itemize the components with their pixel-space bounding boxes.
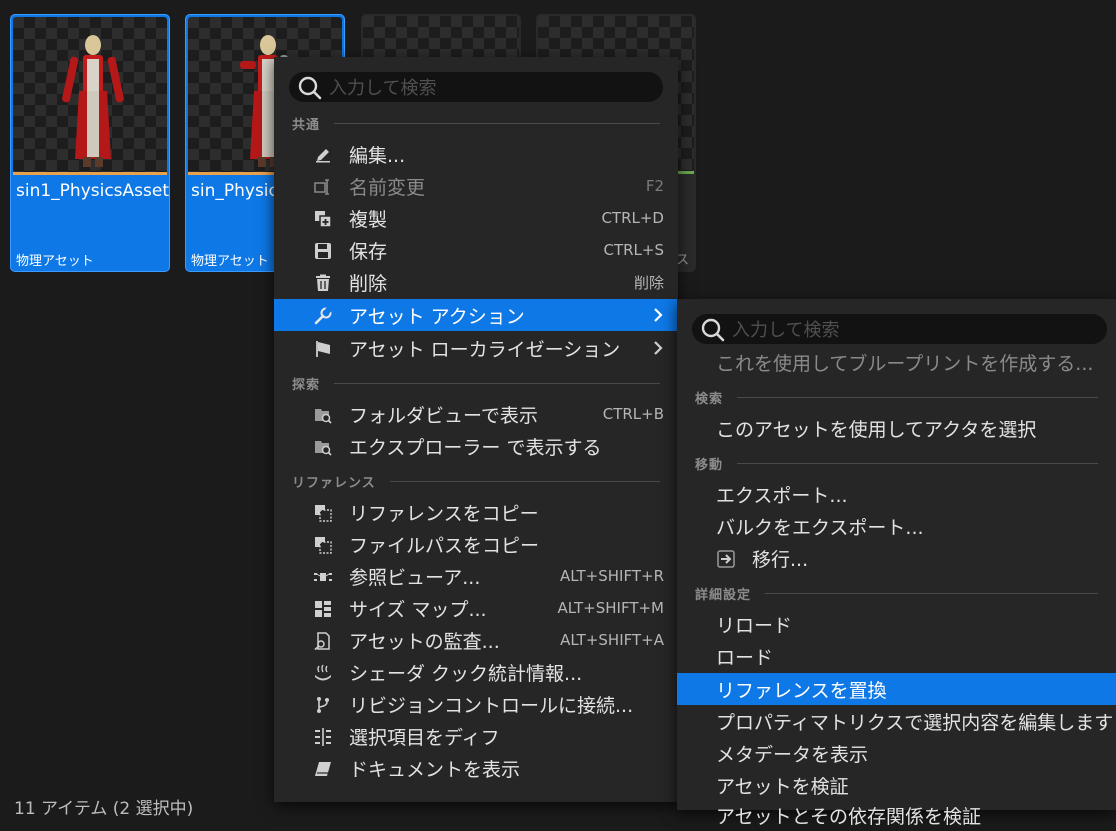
branch-icon bbox=[317, 697, 329, 713]
menu-item-save[interactable]: 保存 CTRL+S bbox=[274, 234, 678, 266]
duplicate-icon bbox=[315, 211, 332, 228]
menu-item-rename: 名前変更 F2 bbox=[274, 170, 678, 202]
menu-item-shader-cook-stats[interactable]: シェーダ クック統計情報... bbox=[274, 656, 678, 688]
rename-icon bbox=[314, 179, 329, 195]
menu-item-migrate[interactable]: 移行... bbox=[677, 542, 1116, 574]
section-header-advanced: 詳細設定 bbox=[695, 585, 1098, 603]
menu-item-export[interactable]: エクスポート... bbox=[677, 478, 1116, 510]
menu-item-size-map[interactable]: サイズ マップ... ALT+SHIFT+M bbox=[274, 592, 678, 624]
search-icon bbox=[701, 318, 725, 342]
section-header-common: 共通 bbox=[292, 115, 660, 133]
menu-item-audit-assets[interactable]: アセットの監査... ALT+SHIFT+A bbox=[274, 624, 678, 656]
reference-viewer-icon bbox=[314, 573, 332, 581]
asset-name: sin1_PhysicsAsset bbox=[16, 181, 170, 201]
menu-item-delete[interactable]: 削除 削除 bbox=[274, 266, 678, 298]
context-menu: 入力して検索 共通 編集... 名前変更 F2 複製 CTRL+D 保存 CTR… bbox=[274, 57, 678, 802]
menu-item-show-metadata[interactable]: メタデータを表示 bbox=[677, 737, 1116, 769]
search-icon bbox=[298, 76, 322, 100]
migrate-icon bbox=[717, 550, 735, 568]
shader-icon bbox=[315, 664, 331, 681]
flag-icon bbox=[316, 341, 330, 357]
menu-item-view-documentation[interactable]: ドキュメントを表示 bbox=[274, 752, 678, 784]
trash-icon bbox=[316, 274, 330, 291]
chevron-right-icon bbox=[654, 341, 663, 355]
folder-search-icon bbox=[315, 409, 332, 424]
menu-item-reference-viewer[interactable]: 参照ビューア... ALT+SHIFT+R bbox=[274, 560, 678, 592]
asset-type-label: 物理アセット bbox=[16, 254, 94, 269]
menu-item-validate-dependencies[interactable]: アセットとその依存関係を検証 bbox=[677, 799, 1116, 831]
menu-item-show-in-explorer[interactable]: エクスプローラー で表示する bbox=[274, 430, 678, 462]
section-header-move: 移動 bbox=[695, 455, 1098, 473]
menu-item-load[interactable]: ロード bbox=[677, 640, 1116, 672]
asset-thumbnail bbox=[13, 17, 167, 173]
section-header-explore: 探索 bbox=[292, 375, 660, 393]
menu-item-duplicate[interactable]: 複製 CTRL+D bbox=[274, 202, 678, 234]
menu-item-replace-references[interactable]: リファレンスを置換 bbox=[677, 673, 1116, 705]
asset-type-label: 物理アセット bbox=[191, 254, 269, 269]
size-map-icon bbox=[315, 601, 331, 617]
menu-search-box[interactable]: 入力して検索 bbox=[289, 72, 663, 102]
section-header-search: 検索 bbox=[695, 389, 1098, 407]
save-icon bbox=[315, 243, 331, 259]
menu-item-connect-source-control[interactable]: リビジョンコントロールに接続... bbox=[274, 688, 678, 720]
menu-item-copy-file-path[interactable]: ファイルパスをコピー bbox=[274, 528, 678, 560]
search-placeholder: 入力して検索 bbox=[732, 320, 840, 341]
asset-name: sin_Physic bbox=[191, 181, 278, 201]
pencil-icon bbox=[316, 149, 330, 163]
submenu-search-box[interactable]: 入力して検索 bbox=[692, 314, 1107, 344]
copy-reference-icon bbox=[315, 537, 332, 554]
menu-item-asset-actions[interactable]: アセット アクション bbox=[274, 299, 678, 331]
menu-item-edit[interactable]: 編集... bbox=[274, 138, 678, 170]
folder-search-icon bbox=[315, 441, 332, 456]
asset-type-color-bar bbox=[13, 172, 167, 175]
character-figure-icon bbox=[62, 35, 124, 167]
menu-item-reload[interactable]: リロード bbox=[677, 608, 1116, 640]
asset-actions-submenu: 入力して検索 これを使用してブループリントを作成する... 検索 このアセットを… bbox=[677, 299, 1116, 828]
wrench-icon bbox=[314, 307, 332, 325]
menu-item-copy-reference[interactable]: リファレンスをコピー bbox=[274, 496, 678, 528]
menu-item-create-blueprint: これを使用してブループリントを作成する... bbox=[716, 352, 1094, 375]
asset-tile[interactable]: sin1_PhysicsAsset 物理アセット bbox=[10, 14, 170, 272]
menu-item-validate-assets[interactable]: アセットを検証 bbox=[677, 769, 1116, 801]
section-header-references: リファレンス bbox=[292, 473, 660, 491]
menu-item-bulk-export[interactable]: バルクをエクスポート... bbox=[677, 510, 1116, 542]
menu-item-show-in-folder-view[interactable]: フォルダビューで表示 CTRL+B bbox=[274, 398, 678, 430]
menu-item-asset-localization[interactable]: アセット ローカライゼーション bbox=[274, 332, 678, 364]
menu-item-select-actors[interactable]: このアセットを使用してアクタを選択 bbox=[677, 412, 1116, 444]
menu-item-property-matrix[interactable]: プロパティマトリクスで選択内容を編集します bbox=[677, 705, 1116, 737]
item-count-status: 11 アイテム (2 選択中) bbox=[14, 799, 194, 819]
chevron-right-icon bbox=[654, 308, 663, 322]
audit-icon bbox=[314, 632, 330, 650]
search-placeholder: 入力して検索 bbox=[329, 78, 437, 99]
menu-item-diff-selected[interactable]: 選択項目をディフ bbox=[274, 720, 678, 752]
book-icon bbox=[315, 762, 331, 776]
copy-reference-icon bbox=[315, 505, 332, 522]
diff-icon bbox=[315, 728, 331, 746]
